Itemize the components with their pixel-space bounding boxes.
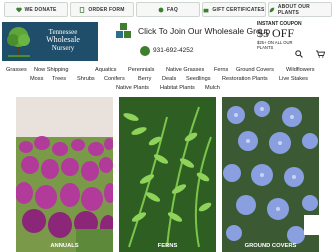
- gift-icon: [203, 8, 209, 12]
- we-donate-label: WE DONATE: [24, 6, 57, 13]
- search-icon[interactable]: [295, 50, 303, 58]
- nav-item-live-stakes[interactable]: Live Stakes: [279, 76, 308, 82]
- logo-text: Tennessee Wholesale Nursery: [32, 28, 94, 52]
- nav-item-perennials[interactable]: Perennials: [128, 67, 154, 73]
- nav-item-restoration-plants[interactable]: Restoration Plants: [222, 76, 268, 82]
- category-nav: Grasses Now Shipping Aquatics Perennials…: [0, 64, 336, 92]
- logo-line-2: Wholesale: [46, 35, 80, 44]
- order-form-label: ORDER FORM: [88, 6, 125, 13]
- nav-item-now-shipping[interactable]: Now Shipping: [34, 67, 69, 73]
- nav-item-moss[interactable]: Moss: [30, 76, 43, 82]
- nav-item-wildflowers[interactable]: Wildflowers: [286, 67, 315, 73]
- site-logo[interactable]: Tennessee Wholesale Nursery: [2, 22, 98, 61]
- logo-line-3: Nursery: [51, 44, 75, 52]
- nav-item-native-grasses[interactable]: Native Grasses: [166, 67, 204, 73]
- tile-ferns-label: FERNS: [157, 243, 178, 249]
- annuals-image: [16, 97, 113, 252]
- nav-item-deals[interactable]: Deals: [162, 76, 176, 82]
- ferns-image: [119, 97, 216, 252]
- nav-item-seedlings[interactable]: Seedlings: [186, 76, 211, 82]
- category-tiles: ANNUALS FERNS GROUND COVERS: [0, 97, 336, 252]
- nav-item-grasses[interactable]: Grasses: [6, 67, 27, 73]
- order-form-button[interactable]: ORDER FORM: [70, 2, 134, 17]
- gift-certificates-button[interactable]: GIFT CERTIFICATES: [202, 2, 266, 17]
- cart-icon[interactable]: [316, 50, 325, 58]
- nav-item-ferns[interactable]: Ferns: [214, 67, 228, 73]
- wholesale-group-link[interactable]: Click To Join Our Wholesale Group: [138, 26, 270, 36]
- nav-item-ground-covers[interactable]: Ground Covers: [236, 67, 274, 73]
- nav-item-native-plants[interactable]: Native Plants: [116, 85, 149, 91]
- about-our-plants-button[interactable]: ABOUT OUR PLANTS: [268, 2, 332, 17]
- we-donate-button[interactable]: WE DONATE: [4, 2, 68, 17]
- nav-item-shrubs[interactable]: Shrubs: [77, 76, 95, 82]
- faq-button[interactable]: FAQ: [136, 2, 200, 17]
- gift-certificates-label: GIFT CERTIFICATES: [212, 6, 265, 13]
- coupon-amount: $5 OFF: [257, 26, 295, 40]
- tile-ground-covers-label: GROUND COVERS: [244, 243, 297, 249]
- ground-covers-image: [222, 97, 319, 252]
- nav-item-aquatics[interactable]: Aquatics: [95, 67, 116, 73]
- heart-icon: [15, 7, 22, 12]
- nav-item-habitat-plants[interactable]: Habitat Plants: [160, 85, 195, 91]
- nav-item-conifers[interactable]: Conifers: [104, 76, 125, 82]
- tile-annuals[interactable]: ANNUALS: [16, 97, 113, 252]
- tile-annuals-label: ANNUALS: [50, 243, 79, 249]
- nav-item-trees[interactable]: Trees: [52, 76, 66, 82]
- tree-logo-icon: [7, 27, 30, 57]
- coupon-terms: $25+ ON ALL OUR PLANTS: [257, 40, 293, 50]
- phone-number[interactable]: 931-692-4252: [153, 47, 193, 54]
- nav-item-berry[interactable]: Berry: [138, 76, 151, 82]
- tile-ferns[interactable]: FERNS: [119, 97, 216, 252]
- faq-label: FAQ: [167, 6, 178, 13]
- wholesale-blocks-icon: [116, 23, 131, 38]
- nav-item-mulch[interactable]: Mulch: [205, 85, 220, 91]
- leaf-icon: [269, 7, 275, 12]
- tile-ground-covers[interactable]: GROUND COVERS: [222, 97, 319, 252]
- about-our-plants-label: ABOUT OUR PLANTS: [277, 3, 310, 16]
- top-bar: WE DONATE ORDER FORM FAQ GIFT CERTIFICAT…: [0, 0, 336, 20]
- question-icon: [158, 7, 164, 12]
- document-icon: [80, 6, 85, 13]
- phone-icon: [140, 46, 150, 56]
